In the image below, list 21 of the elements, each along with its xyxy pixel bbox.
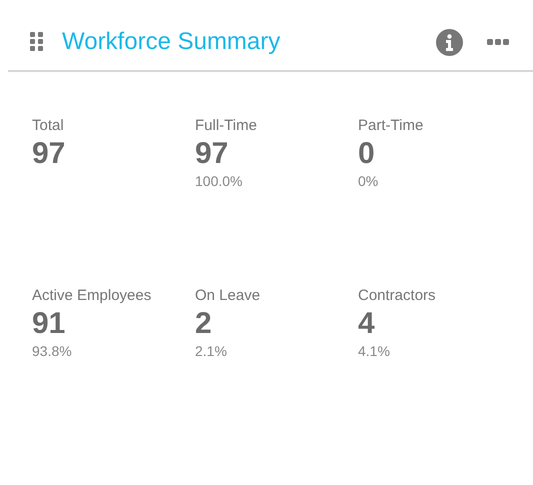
more-icon[interactable]	[487, 39, 509, 45]
stat-label: Full-Time	[195, 117, 257, 134]
stat-percent: 2.1%	[195, 343, 227, 359]
stat-value: 4	[358, 307, 375, 340]
stat-percent: 100.0%	[195, 173, 242, 189]
stat-percent: 0%	[358, 173, 378, 189]
stat-value: 2	[195, 307, 212, 340]
stat-value: 97	[195, 137, 228, 170]
stat-label: Contractors	[358, 287, 436, 304]
stat-label: Part-Time	[358, 117, 424, 134]
stat-value: 0	[358, 137, 375, 170]
info-icon[interactable]	[436, 28, 463, 56]
stat-value: 91	[32, 307, 66, 340]
stat-label: Total	[32, 117, 64, 134]
stat-label: Active Employees	[32, 287, 152, 304]
stat-value: 97	[32, 137, 66, 170]
stat-percent: 93.8%	[32, 343, 72, 359]
grid-handle-icon[interactable]	[30, 32, 44, 52]
stat-label: On Leave	[195, 287, 260, 304]
stat-percent: 4.1%	[358, 343, 390, 359]
card-title: Workforce Summary	[62, 27, 280, 57]
